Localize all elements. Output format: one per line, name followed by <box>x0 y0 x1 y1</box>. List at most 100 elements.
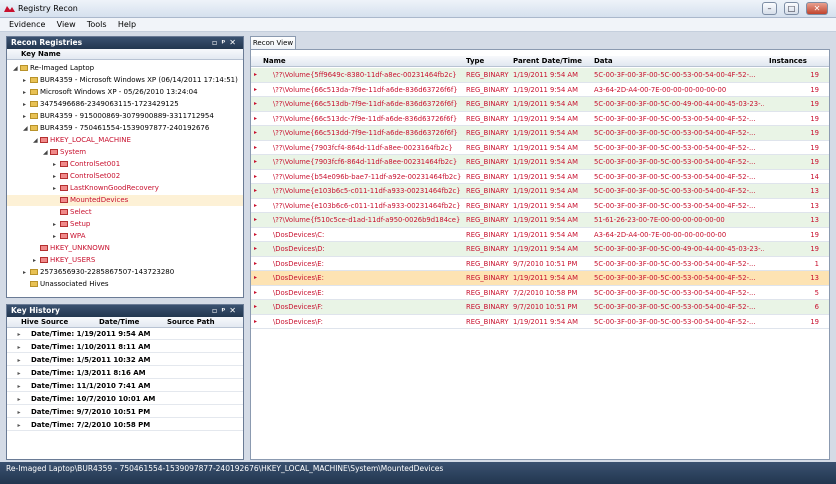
expand-icon[interactable]: ▸ <box>7 420 31 432</box>
col-hive-source[interactable]: Hive Source <box>21 317 68 328</box>
expand-icon[interactable]: ▸ <box>53 171 60 182</box>
table-row[interactable]: ▸ \DosDevices\C: REG_BINARY 1/19/2011 9:54 … <box>251 228 829 242</box>
table-row[interactable]: ▸ \??\Volume{7903fcf4-864d-11df-a8ee-0023… <box>251 141 829 155</box>
key-history-row[interactable]: ▸ Date/Time: 7/2/2010 10:58 PM <box>7 419 243 431</box>
col-type[interactable]: Type <box>466 56 484 67</box>
table-row[interactable]: ▸ \??\Volume{b54e096b-bae7-11df-a92e-0023… <box>251 170 829 184</box>
table-row[interactable]: ▸ \??\Volume{e103b6c6-c011-11df-a933-0023… <box>251 199 829 213</box>
table-row[interactable]: ▸ \??\Volume{66c513db-7f9e-11df-a6de-836d… <box>251 97 829 112</box>
expand-icon[interactable]: ▸ <box>53 231 60 242</box>
table-row[interactable]: ▸ \??\Volume{f510c5ce-d1ad-11df-a950-0026… <box>251 213 829 228</box>
tree-node[interactable]: Unassociated Hives <box>7 279 243 290</box>
expand-icon[interactable]: ▸ <box>33 255 40 266</box>
tree-node[interactable]: ▸ ControlSet002 <box>7 171 243 182</box>
table-row[interactable]: ▸ \??\Volume{e103b6c5-c011-11df-a933-0023… <box>251 184 829 199</box>
tree-node[interactable]: HKEY_UNKNOWN <box>7 243 243 254</box>
close-button[interactable]: ✕ <box>806 2 828 15</box>
table-row[interactable]: ▸ \DosDevices\E: REG_BINARY 9/7/2010 10:51 … <box>251 257 829 271</box>
table-row[interactable]: ▸ \??\Volume{66c513dd-7f9e-11df-a6de-836d… <box>251 126 829 141</box>
table-row[interactable]: ▸ \??\Volume{66c513dc-7f9e-11df-a6de-836d… <box>251 112 829 126</box>
menu-view[interactable]: View <box>57 20 76 29</box>
expand-icon[interactable]: ▸ <box>254 112 262 126</box>
close-icon[interactable]: ✕ <box>229 306 240 315</box>
expand-icon[interactable]: ▸ <box>7 355 31 367</box>
tree-node[interactable]: ▸ HKEY_USERS <box>7 255 243 266</box>
col-date-time[interactable]: Date/Time <box>99 317 139 328</box>
collapse-icon[interactable]: ◢ <box>43 147 50 158</box>
collapse-icon[interactable]: ◢ <box>23 123 30 134</box>
close-icon[interactable]: ✕ <box>229 38 240 47</box>
expand-icon[interactable]: ▸ <box>254 242 262 256</box>
key-history-row[interactable]: ▸ Date/Time: 1/5/2011 10:32 AM <box>7 354 243 366</box>
table-row[interactable]: ▸ \DosDevices\E: REG_BINARY 1/19/2011 9:54 … <box>251 271 829 286</box>
col-source-path[interactable]: Source Path <box>167 317 215 328</box>
expand-icon[interactable]: ▸ <box>254 141 262 155</box>
expand-icon[interactable]: ▸ <box>254 97 262 111</box>
expand-icon[interactable]: ▸ <box>23 75 30 86</box>
expand-icon[interactable]: ▸ <box>254 286 262 300</box>
key-history-row[interactable]: ▸ Date/Time: 10/7/2010 10:01 AM <box>7 393 243 405</box>
expand-icon[interactable]: ▸ <box>53 219 60 230</box>
expand-icon[interactable]: ▸ <box>23 111 30 122</box>
table-row[interactable]: ▸ \DosDevices\D: REG_BINARY 1/19/2011 9:54 … <box>251 242 829 257</box>
expand-icon[interactable]: ▸ <box>254 184 262 198</box>
table-row[interactable]: ▸ \??\Volume{7903fcf6-864d-11df-a8ee-0023… <box>251 155 829 170</box>
col-instances[interactable]: Instances <box>769 56 807 67</box>
tree-node[interactable]: ▸ ControlSet001 <box>7 159 243 170</box>
tree-node[interactable]: ▸ 3475496686-2349063115-1723429125 <box>7 99 243 110</box>
menu-evidence[interactable]: Evidence <box>9 20 45 29</box>
tree-node[interactable]: ▸ BUR4359 - Microsoft Windows XP (06/14/2… <box>7 75 243 86</box>
tree-node[interactable]: ◢ System <box>7 147 243 158</box>
expand-icon[interactable]: ▸ <box>23 267 30 278</box>
key-history-row[interactable]: ▸ Date/Time: 9/7/2010 10:51 PM <box>7 406 243 418</box>
expand-icon[interactable]: ▸ <box>53 183 60 194</box>
key-name-column-header[interactable]: Key Name <box>7 49 243 60</box>
expand-icon[interactable]: ▸ <box>254 68 262 82</box>
table-row[interactable]: ▸ \DosDevices\F: REG_BINARY 1/19/2011 9:54 … <box>251 315 829 329</box>
expand-icon[interactable]: ▸ <box>53 159 60 170</box>
table-row[interactable]: ▸ \??\Volume{5ff9649c-8380-11df-a8ec-0023… <box>251 68 829 83</box>
expand-icon[interactable]: ▸ <box>254 300 262 314</box>
col-data[interactable]: Data <box>594 56 613 67</box>
tree-node[interactable]: ▸ Microsoft Windows XP - 05/26/2010 13:24… <box>7 87 243 98</box>
expand-icon[interactable]: ▸ <box>7 329 31 341</box>
menu-tools[interactable]: Tools <box>87 20 107 29</box>
expand-icon[interactable]: ▸ <box>254 199 262 213</box>
expand-icon[interactable]: ▸ <box>254 155 262 169</box>
expand-icon[interactable]: ▸ <box>254 83 262 97</box>
expand-icon[interactable]: ▸ <box>254 315 262 329</box>
key-history-row[interactable]: ▸ Date/Time: 1/10/2011 8:11 AM <box>7 341 243 353</box>
expand-icon[interactable]: ▸ <box>7 342 31 354</box>
col-parent-date-time[interactable]: Parent Date/Time <box>513 56 582 67</box>
key-history-row[interactable]: ▸ Date/Time: 1/19/2011 9:54 AM <box>7 328 243 340</box>
expand-icon[interactable]: ▸ <box>7 381 31 393</box>
expand-icon[interactable]: ▸ <box>7 394 31 406</box>
collapse-icon[interactable]: ◢ <box>33 135 40 146</box>
tree-node[interactable]: Select <box>7 207 243 218</box>
expand-icon[interactable]: ▸ <box>254 170 262 184</box>
expand-icon[interactable]: ▸ <box>7 407 31 419</box>
expand-icon[interactable]: ▸ <box>254 257 262 271</box>
col-name[interactable]: Name <box>263 56 286 67</box>
minimize-button[interactable]: – <box>762 2 777 15</box>
table-row[interactable]: ▸ \DosDevices\F: REG_BINARY 9/7/2010 10:51 … <box>251 300 829 315</box>
collapse-icon[interactable]: ◢ <box>13 63 20 74</box>
tree-node[interactable]: ▸ LastKnownGoodRecovery <box>7 183 243 194</box>
expand-icon[interactable]: ▸ <box>254 271 262 285</box>
expand-icon[interactable]: ▸ <box>23 99 30 110</box>
expand-icon[interactable]: ▸ <box>254 228 262 242</box>
tree-node[interactable]: ▸ 2573656930-2285867507-143723280 <box>7 267 243 278</box>
expand-icon[interactable]: ▸ <box>254 126 262 140</box>
table-row[interactable]: ▸ \??\Volume{66c513da-7f9e-11df-a6de-836d… <box>251 83 829 97</box>
tab-recon-view[interactable]: Recon View <box>250 36 296 49</box>
tree-node[interactable]: ▸ BUR4359 - 915000869-3079900889-33117129… <box>7 111 243 122</box>
tree-node[interactable]: ▸ WPA <box>7 231 243 242</box>
menu-help[interactable]: Help <box>118 20 136 29</box>
expand-icon[interactable]: ▸ <box>7 368 31 380</box>
table-row[interactable]: ▸ \DosDevices\E: REG_BINARY 7/2/2010 10:58 … <box>251 286 829 300</box>
expand-icon[interactable]: ▸ <box>254 213 262 227</box>
tree-node[interactable]: ◢ BUR4359 - 750461554-1539097877-24019267… <box>7 123 243 134</box>
tree-node[interactable]: MountedDevices <box>7 195 243 206</box>
key-history-row[interactable]: ▸ Date/Time: 11/1/2010 7:41 AM <box>7 380 243 392</box>
expand-icon[interactable]: ▸ <box>23 87 30 98</box>
